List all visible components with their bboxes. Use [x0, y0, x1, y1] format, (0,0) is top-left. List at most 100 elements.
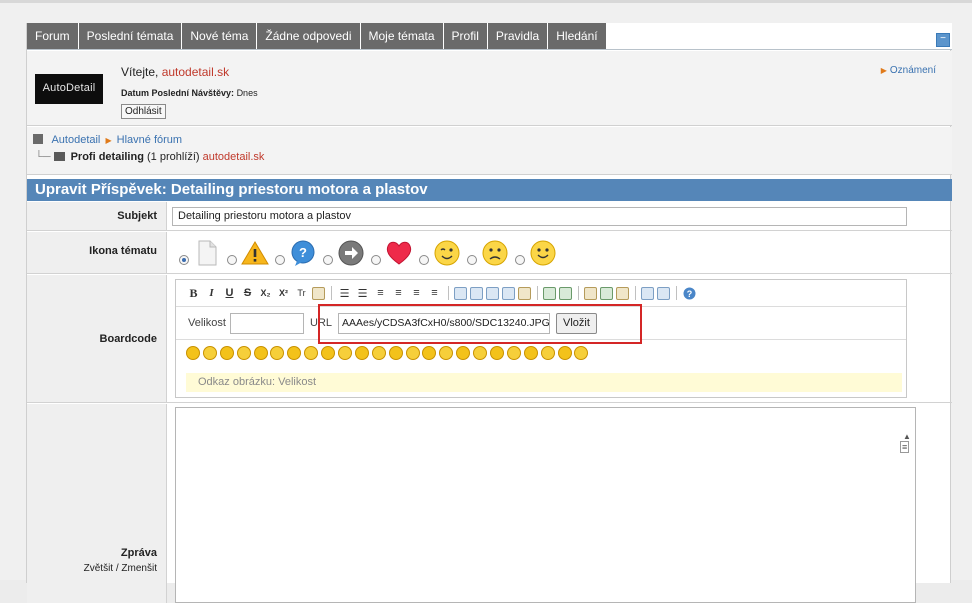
message-label-cell: Zpráva Zvětšit / Zmenšit: [27, 404, 167, 603]
subscript-icon[interactable]: X₂: [258, 286, 273, 301]
size-input[interactable]: [230, 313, 304, 334]
tab-rules[interactable]: Pravidla: [487, 23, 549, 49]
formatting-toolbar: B I U S X₂ X² Tr ☰ ☰ ≡ ≡ ≡ ≡ ?: [176, 280, 906, 307]
topic-icon-radio-heart[interactable]: [371, 255, 381, 265]
textarea-resize-icon[interactable]: ≡: [900, 441, 910, 453]
emoticon-bar: [186, 346, 591, 360]
emoticon-icon[interactable]: [304, 346, 319, 360]
message-textarea[interactable]: [175, 407, 916, 603]
message-row: Zpráva Zvětšit / Zmenšit: [27, 404, 952, 603]
viewer-username[interactable]: autodetail.sk: [203, 151, 265, 163]
emoticon-icon[interactable]: [287, 346, 302, 360]
emoticon-icon[interactable]: [236, 346, 251, 360]
nav-tabs: Forum Poslední témata Nové téma Žádne od…: [27, 23, 952, 50]
subject-row: Subjekt Detailing priestoru motora a pla…: [27, 202, 952, 231]
tab-new-topic[interactable]: Nové téma: [182, 23, 258, 49]
underline-icon[interactable]: U: [222, 286, 237, 301]
justify-icon[interactable]: ≡: [427, 286, 442, 301]
superscript-icon[interactable]: X²: [276, 286, 291, 301]
help-icon[interactable]: ?: [682, 286, 697, 301]
tab-search[interactable]: Hledání: [548, 23, 607, 49]
emoticon-icon[interactable]: [270, 346, 285, 360]
align-left-icon[interactable]: ≡: [373, 286, 388, 301]
emoticon-icon[interactable]: [439, 346, 454, 360]
tab-forum[interactable]: Forum: [27, 23, 79, 49]
logout-button[interactable]: Odhlásit: [121, 104, 166, 119]
emoticon-icon[interactable]: [422, 346, 437, 360]
photo-icon[interactable]: [543, 286, 556, 300]
topic-icon-radio-arrow[interactable]: [323, 255, 333, 265]
align-center-icon[interactable]: ≡: [391, 286, 406, 301]
tab-no-replies[interactable]: Žádne odpovedi: [257, 23, 361, 49]
arrow-right-icon: [337, 239, 365, 267]
emoticon-icon[interactable]: [523, 346, 538, 360]
emoticon-icon[interactable]: [253, 346, 268, 360]
code-icon[interactable]: [470, 286, 483, 300]
image-icon[interactable]: [502, 286, 515, 300]
topic-name: Profi detailing: [70, 151, 144, 163]
emoticon-icon[interactable]: [405, 346, 420, 360]
viewer-count: (1 prohlíží): [147, 151, 200, 163]
table-icon[interactable]: [486, 286, 499, 300]
topic-icon-radio-none[interactable]: [179, 255, 189, 265]
ebay-icon[interactable]: [584, 286, 597, 300]
svg-text:?: ?: [687, 289, 693, 299]
topic-icon-radio-wink[interactable]: [419, 255, 429, 265]
strikethrough-icon[interactable]: S: [240, 286, 255, 301]
numbered-list-icon[interactable]: ☰: [355, 286, 370, 301]
emoticon-icon[interactable]: [219, 346, 234, 360]
align-right-icon[interactable]: ≡: [409, 286, 424, 301]
list-icon[interactable]: ☰: [337, 286, 352, 301]
color-palette-icon[interactable]: [312, 286, 325, 300]
font-size-icon[interactable]: Tr: [294, 286, 309, 301]
breadcrumb-forum[interactable]: Hlavné fórum: [117, 134, 182, 146]
emoticon-icon[interactable]: [321, 346, 336, 360]
resize-link[interactable]: Zvětšit / Zmenšit: [27, 562, 157, 576]
quote-icon[interactable]: [454, 286, 467, 300]
emoticon-icon[interactable]: [557, 346, 572, 360]
subject-input[interactable]: Detailing priestoru motora a plastov: [172, 207, 907, 226]
emoticon-icon[interactable]: [186, 346, 200, 360]
breadcrumb: Autodetail ▶ Hlavné fórum └─ Profi detail…: [27, 127, 952, 175]
site-logo[interactable]: AutoDetail: [35, 74, 103, 104]
emoticon-icon[interactable]: [354, 346, 369, 360]
subject-label: Subjekt: [27, 202, 167, 230]
users-icon[interactable]: [518, 286, 531, 300]
breadcrumb-root[interactable]: Autodetail: [51, 134, 100, 146]
welcome-text: Vítejte, autodetail.sk: [121, 65, 229, 79]
tab-profile[interactable]: Profil: [443, 23, 488, 49]
tab-latest-topics[interactable]: Poslední témata: [78, 23, 183, 49]
main-navigation: Forum Poslední témata Nové téma Žádne od…: [27, 23, 952, 50]
link-icon[interactable]: [559, 286, 572, 300]
italic-icon[interactable]: I: [204, 286, 219, 301]
emoticon-icon[interactable]: [490, 346, 505, 360]
flash-icon[interactable]: [616, 286, 629, 300]
emoticon-icon[interactable]: [338, 346, 353, 360]
bold-icon[interactable]: B: [186, 286, 201, 301]
topic-icon-radio-question[interactable]: [275, 255, 285, 265]
emoticon-icon[interactable]: [371, 346, 386, 360]
triangle-right-icon: ▶: [880, 66, 887, 75]
columns-icon[interactable]: [657, 286, 670, 300]
horizontal-rule-icon[interactable]: [641, 286, 654, 300]
topic-icon-radio-smile[interactable]: [515, 255, 525, 265]
username-link[interactable]: autodetail.sk: [162, 65, 229, 79]
user-header: AutoDetail Vítejte, autodetail.sk Datum …: [27, 51, 952, 126]
emoticon-icon[interactable]: [202, 346, 217, 360]
emoticon-icon[interactable]: [456, 346, 471, 360]
emoticon-icon[interactable]: [473, 346, 488, 360]
toolbar-separator: [448, 286, 449, 300]
topic-icon-radio-sad[interactable]: [467, 255, 477, 265]
tab-my-topics[interactable]: Moje témata: [360, 23, 444, 49]
svg-text:?: ?: [299, 245, 307, 260]
film-icon[interactable]: [600, 286, 613, 300]
page-background: Forum Poslední témata Nové téma Žádne od…: [0, 0, 972, 603]
emoticon-icon[interactable]: [388, 346, 403, 360]
emoticon-icon[interactable]: [540, 346, 555, 360]
emoticon-icon[interactable]: [574, 346, 589, 360]
emoticon-icon[interactable]: [506, 346, 521, 360]
scroll-up-icon[interactable]: ▲: [903, 432, 911, 441]
collapse-icon[interactable]: −: [936, 33, 950, 47]
announcements-link[interactable]: ▶ Oznámení: [881, 65, 936, 76]
topic-icon-radio-warning[interactable]: [227, 255, 237, 265]
